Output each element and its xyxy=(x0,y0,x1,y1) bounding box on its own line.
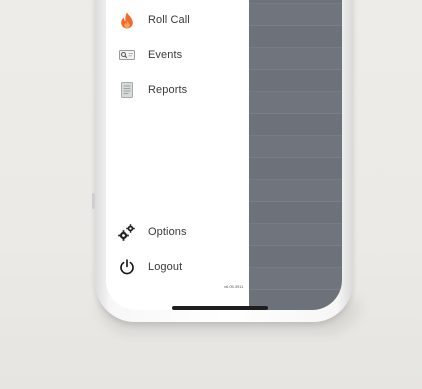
phone-screen: Roll Call Events Reports Options Logout … xyxy=(106,0,342,310)
home-indicator[interactable] xyxy=(172,306,268,310)
photo-scene: Roll Call Events Reports Options Logout … xyxy=(0,0,422,389)
report-icon xyxy=(118,81,136,99)
menu-item-label: Reports xyxy=(148,84,188,96)
menu-item-label: Roll Call xyxy=(148,14,190,26)
menu-item-events[interactable]: Events xyxy=(118,44,182,66)
content-scrim[interactable] xyxy=(249,0,342,310)
phone-side-button xyxy=(92,193,95,209)
menu-item-options[interactable]: Options xyxy=(118,221,187,243)
menu-item-reports[interactable]: Reports xyxy=(118,79,187,101)
menu-item-roll-call[interactable]: Roll Call xyxy=(118,9,190,31)
version-label: v6.05.3911 xyxy=(224,284,244,289)
menu-item-label: Logout xyxy=(148,261,183,273)
navigation-drawer: Roll Call Events Reports Options Logout … xyxy=(106,0,249,310)
menu-item-label: Options xyxy=(148,226,187,238)
menu-item-logout[interactable]: Logout xyxy=(118,256,182,278)
gears-icon xyxy=(118,223,136,241)
events-icon xyxy=(118,46,136,64)
power-icon xyxy=(118,258,136,276)
menu-item-label: Events xyxy=(148,49,183,61)
flame-icon xyxy=(118,11,136,29)
